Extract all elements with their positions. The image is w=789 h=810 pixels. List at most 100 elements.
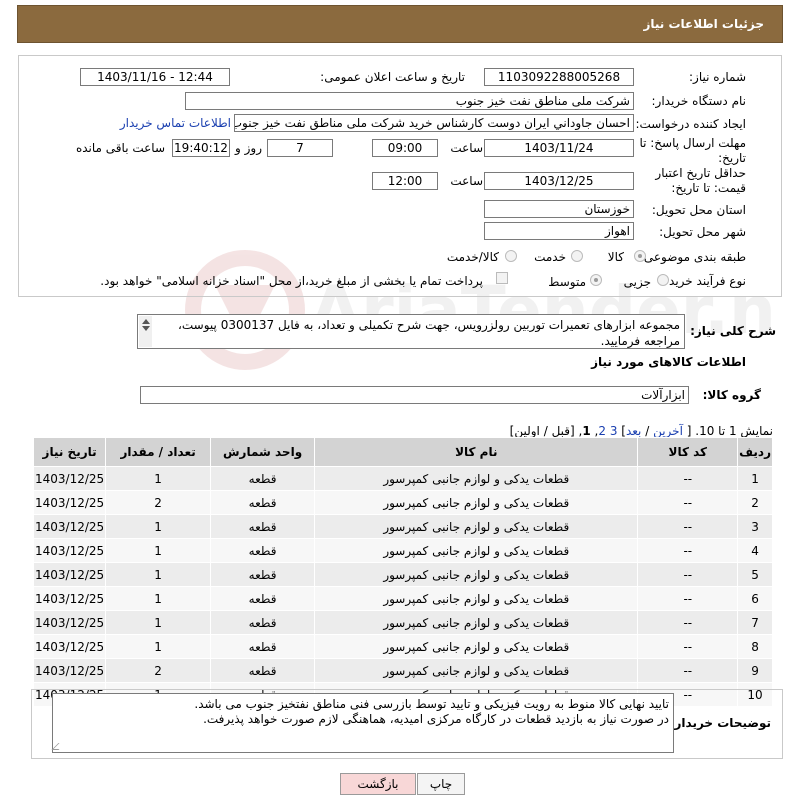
table-row[interactable]: 6 -- قطعات یدکی و لوازم جانبی کمپرسور قطعه 1…	[32, 586, 773, 611]
row-number: 2	[737, 490, 773, 515]
city-field[interactable]: اهواز	[484, 222, 634, 240]
row-number: 7	[737, 610, 773, 635]
row-number: 6	[737, 586, 773, 611]
remaining-time-field[interactable]: 19:40:12	[172, 139, 230, 157]
item-unit: قطعه	[210, 514, 316, 539]
buyer-org-field[interactable]: شرکت ملی مناطق نفت خیز جنوب	[185, 92, 634, 110]
col-row-header: ردیف	[737, 437, 773, 467]
pagination: نمایش 1 تا 10. [ آخرین / بعد] 3 2, 1, [ق…	[509, 424, 773, 438]
goods-table-header: ردیف کد کالا نام کالا واحد شمارش تعداد /…	[32, 437, 773, 467]
item-code: --	[637, 610, 739, 635]
item-code: --	[637, 538, 739, 563]
item-name: قطعات یدکی و لوازم جانبی کمپرسور	[314, 538, 639, 563]
row-number: 9	[737, 658, 773, 683]
item-date: 1403/12/25	[32, 610, 107, 635]
description-textarea[interactable]: مجموعه ابزارهای تعمیرات توربین رولزرویس،…	[137, 314, 685, 349]
item-name: قطعات یدکی و لوازم جانبی کمپرسور	[314, 586, 639, 611]
creator-field[interactable]: احسان جاوداني ایران دوست کارشناس خرید شر…	[234, 114, 634, 132]
table-row[interactable]: 1 -- قطعات یدکی و لوازم جانبی کمپرسور قطعه 1…	[32, 466, 773, 491]
buyer-contact-link[interactable]: اطلاعات تماس خریدار	[120, 116, 231, 130]
back-button[interactable]: بازگشت	[340, 773, 416, 795]
category-service-label: خدمت	[534, 250, 566, 264]
item-unit: قطعه	[210, 490, 316, 515]
item-code: --	[637, 658, 739, 683]
deadline-date-field[interactable]: 1403/11/24	[484, 139, 634, 157]
item-qty: 1	[105, 466, 212, 491]
goods-section-title: اطلاعات کالاهای مورد نیاز	[591, 355, 746, 369]
item-date: 1403/12/25	[32, 490, 107, 515]
table-row[interactable]: 4 -- قطعات یدکی و لوازم جانبی کمپرسور قطعه 1…	[32, 538, 773, 563]
row-number: 3	[737, 514, 773, 539]
goods-table-body: 1 -- قطعات یدکی و لوازم جانبی کمپرسور قطعه 1…	[32, 466, 773, 707]
need-number-field[interactable]: 1103092288005268	[484, 68, 634, 86]
category-label: طبقه بندی موضوعی:	[639, 250, 746, 264]
description-label: شرح کلی نیاز:	[690, 324, 776, 338]
days-field[interactable]: 7	[267, 139, 333, 157]
scroll-down-icon[interactable]	[142, 326, 150, 331]
item-qty: 1	[105, 514, 212, 539]
days-label: روز و	[235, 141, 262, 155]
item-unit: قطعه	[210, 538, 316, 563]
pagination-next-link[interactable]: بعد	[626, 424, 641, 438]
item-date: 1403/12/25	[32, 586, 107, 611]
goods-table: ردیف کد کالا نام کالا واحد شمارش تعداد /…	[32, 437, 773, 707]
province-field[interactable]: خوزستان	[484, 200, 634, 218]
item-date: 1403/12/25	[32, 658, 107, 683]
table-row[interactable]: 3 -- قطعات یدکی و لوازم جانبی کمپرسور قطعه 1…	[32, 514, 773, 539]
item-name: قطعات یدکی و لوازم جانبی کمپرسور	[314, 658, 639, 683]
item-name: قطعات یدکی و لوازم جانبی کمپرسور	[314, 610, 639, 635]
price-validity-time-field[interactable]: 12:00	[372, 172, 438, 190]
pagination-page-2[interactable]: 2	[598, 424, 606, 438]
table-row[interactable]: 5 -- قطعات یدکی و لوازم جانبی کمپرسور قطعه 1…	[32, 562, 773, 587]
item-date: 1403/12/25	[32, 466, 107, 491]
deadline-time-label: ساعت	[450, 141, 483, 155]
goods-group-field[interactable]: ابزارآلات	[140, 386, 689, 404]
table-row[interactable]: 8 -- قطعات یدکی و لوازم جانبی کمپرسور قطعه 1…	[32, 634, 773, 659]
remaining-time-label: ساعت باقی مانده	[75, 141, 165, 155]
description-scrollbar[interactable]	[139, 316, 152, 347]
buyer-notes-textarea[interactable]: تایید نهایی کالا منوط به رویت فیزیکی و ت…	[51, 693, 674, 753]
pagination-last-link[interactable]: آخرین	[653, 424, 683, 438]
table-row[interactable]: 2 -- قطعات یدکی و لوازم جانبی کمپرسور قطعه 2…	[32, 490, 773, 515]
process-minor-radio[interactable]	[657, 274, 669, 286]
item-qty: 1	[105, 610, 212, 635]
row-number: 5	[737, 562, 773, 587]
process-type-label: نوع فرآیند خرید :	[661, 274, 746, 288]
item-unit: قطعه	[210, 466, 316, 491]
process-medium-radio[interactable]	[590, 274, 602, 286]
item-qty: 1	[105, 538, 212, 563]
price-validity-date-field[interactable]: 1403/12/25	[484, 172, 634, 190]
category-service-radio[interactable]	[571, 250, 583, 262]
category-goods-radio[interactable]	[634, 250, 646, 262]
resize-handle-icon[interactable]	[51, 743, 66, 750]
creator-label: ایجاد کننده درخواست:	[635, 117, 746, 131]
print-button[interactable]: چاپ	[417, 773, 465, 795]
table-row[interactable]: 9 -- قطعات یدکی و لوازم جانبی کمپرسور قطعه 2…	[32, 658, 773, 683]
item-date: 1403/12/25	[32, 634, 107, 659]
table-row[interactable]: 7 -- قطعات یدکی و لوازم جانبی کمپرسور قطعه 1…	[32, 610, 773, 635]
process-minor-label: جزیی	[623, 275, 651, 289]
item-qty: 1	[105, 634, 212, 659]
pagination-page-3[interactable]: 3	[610, 424, 618, 438]
deadline-time-field[interactable]: 09:00	[372, 139, 438, 157]
category-goods-service-radio[interactable]	[505, 250, 517, 262]
item-code: --	[637, 490, 739, 515]
item-code: --	[637, 634, 739, 659]
need-number-label: شماره نیاز:	[689, 70, 746, 84]
item-date: 1403/12/25	[32, 514, 107, 539]
item-code: --	[637, 562, 739, 587]
announce-date-field[interactable]: 1403/11/16 - 12:44	[80, 68, 230, 86]
pagination-suffix: [قبل / اولین]	[509, 424, 575, 438]
item-code: --	[637, 586, 739, 611]
treasury-payment-checkbox[interactable]	[496, 272, 508, 284]
item-qty: 1	[105, 586, 212, 611]
scroll-up-icon[interactable]	[142, 319, 150, 324]
page-header: جزئیات اطلاعات نیاز	[17, 5, 783, 43]
item-code: --	[637, 514, 739, 539]
col-date-header: تاریخ نیاز	[32, 437, 107, 467]
item-unit: قطعه	[210, 658, 316, 683]
buyer-notes-line-1: تایید نهایی کالا منوط به رویت فیزیکی و ت…	[194, 697, 669, 711]
item-unit: قطعه	[210, 562, 316, 587]
item-qty: 2	[105, 490, 212, 515]
item-name: قطعات یدکی و لوازم جانبی کمپرسور	[314, 634, 639, 659]
